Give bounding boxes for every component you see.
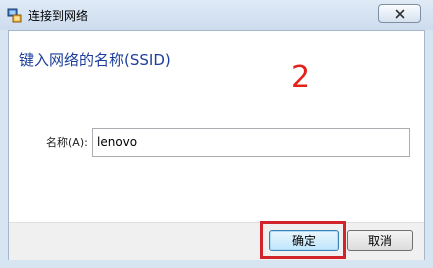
- title-bar[interactable]: 连接到网络: [0, 0, 433, 30]
- network-icon: [7, 8, 22, 23]
- cancel-button[interactable]: 取消: [347, 230, 413, 251]
- ssid-input[interactable]: lenovo: [92, 128, 410, 157]
- button-bar: 确定 取消: [9, 221, 424, 260]
- name-label: 名称(A):: [46, 136, 88, 149]
- window-title: 连接到网络: [28, 9, 89, 23]
- dialog-heading: 键入网络的名称(SSID): [19, 51, 171, 69]
- dialog-content: 键入网络的名称(SSID) 2 名称(A): lenovo 确定 取消: [8, 30, 425, 260]
- dialog-window: 连接到网络 键入网络的名称(SSID) 2 名称(A): lenovo 确定 取…: [0, 0, 433, 268]
- close-icon: [395, 4, 405, 23]
- highlight-annotation-box: [260, 221, 346, 259]
- close-button[interactable]: [378, 4, 421, 23]
- step-annotation: 2: [291, 60, 311, 95]
